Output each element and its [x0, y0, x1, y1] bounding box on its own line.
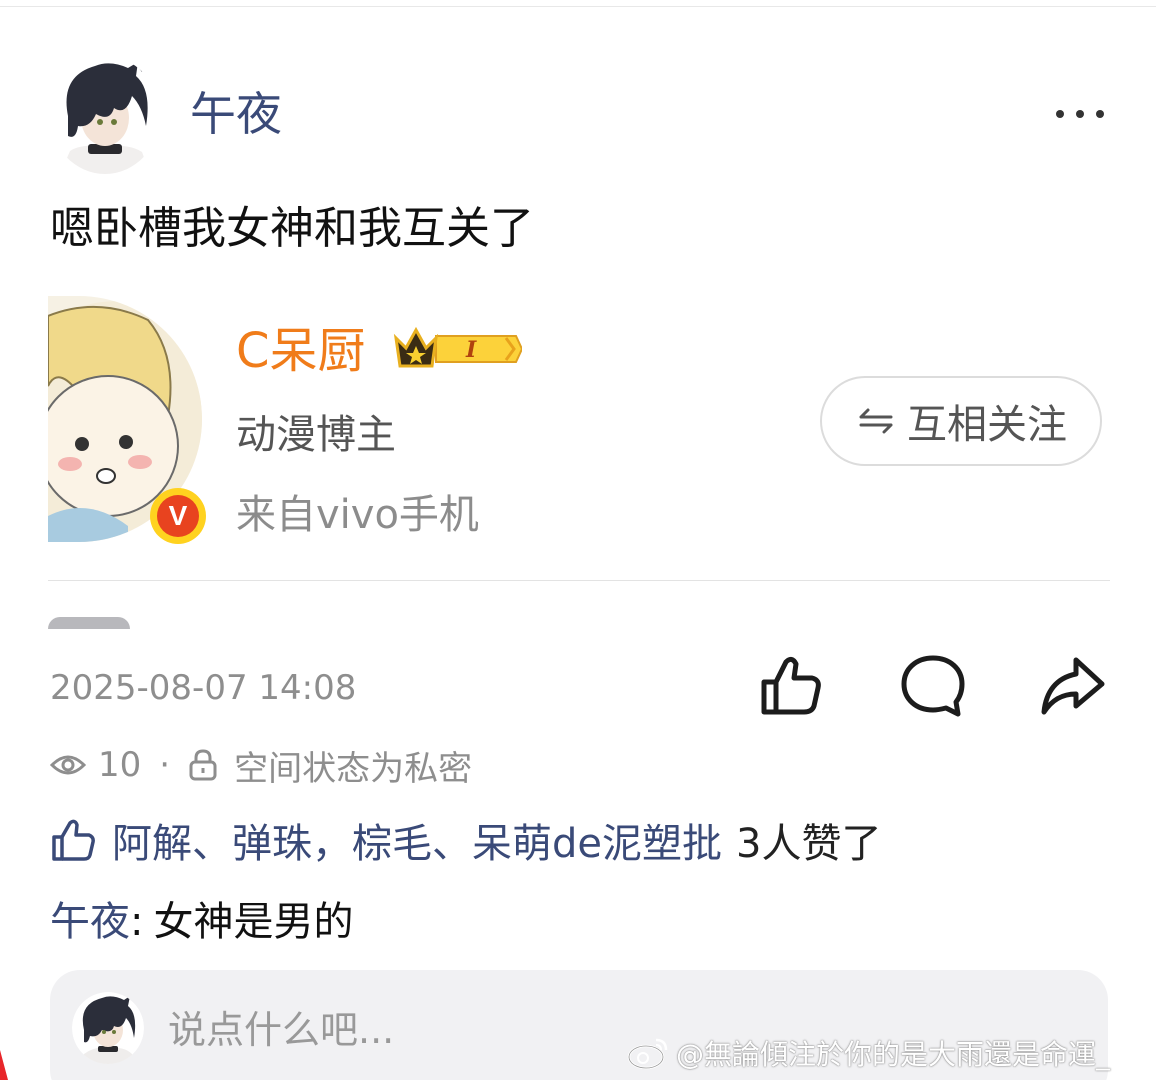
post-timestamp: 2025-08-07 14:08: [50, 668, 357, 708]
comment-text: 女神是男的: [153, 899, 354, 945]
my-avatar: [72, 992, 144, 1064]
view-count: 10: [98, 745, 142, 785]
comment-separator: :: [130, 899, 144, 945]
card-divider: [48, 580, 1110, 581]
likers-names[interactable]: 阿解、弹珠，棕毛、呆萌de泥塑批: [112, 811, 722, 869]
verified-badge-icon: V: [150, 488, 206, 544]
lock-icon: [189, 749, 217, 781]
like-outline-icon: [52, 819, 95, 861]
verified-badge-letter: V: [157, 495, 199, 537]
top-divider: [0, 6, 1156, 7]
likes-summary: 阿解、弹珠，棕毛、呆萌de泥塑批 3人赞了: [50, 812, 881, 868]
comment-item: 午夜: 女神是男的: [50, 894, 353, 950]
eye-icon: [50, 755, 86, 775]
likes-count: 3人赞了: [736, 821, 882, 867]
post-stats: 10 · 空间状态为私密: [50, 740, 472, 790]
post-content: 嗯卧槽我女神和我互关了: [50, 203, 534, 254]
privacy-status: 空间状态为私密: [234, 748, 473, 789]
comment-input-placeholder[interactable]: 说点什么吧...: [168, 1004, 394, 1056]
level-badge-text: I: [465, 337, 477, 363]
mutual-follow-button[interactable]: 互相关注: [820, 376, 1102, 466]
swap-arrows-icon: [859, 408, 893, 434]
comment-icon[interactable]: [896, 650, 970, 724]
corner-red-mark: [0, 1050, 8, 1080]
comment-author[interactable]: 午夜: [50, 899, 130, 945]
shared-profile-name[interactable]: C呆厨: [236, 320, 366, 382]
partial-avatar: [48, 617, 130, 629]
stats-separator: ·: [159, 745, 171, 785]
shared-profile-source: 来自vivo手机: [236, 492, 479, 538]
weibo-watermark: @無論傾注於你的是大雨還是命運_: [626, 1034, 1110, 1072]
more-dot: [1096, 110, 1104, 118]
weibo-logo-icon: [627, 1038, 668, 1070]
shared-profile-tag: 动漫博主: [236, 412, 396, 458]
like-icon[interactable]: [752, 650, 826, 724]
crown-level-icon: I: [392, 324, 524, 374]
more-options-icon[interactable]: [1052, 96, 1108, 132]
watermark-text: @無論傾注於你的是大雨還是命運_: [676, 1038, 1111, 1071]
author-avatar[interactable]: [50, 56, 160, 174]
mutual-follow-label: 互相关注: [907, 402, 1067, 448]
share-icon[interactable]: [1036, 650, 1110, 724]
more-dot: [1056, 110, 1064, 118]
author-name[interactable]: 午夜: [190, 84, 282, 144]
more-dot: [1076, 110, 1084, 118]
